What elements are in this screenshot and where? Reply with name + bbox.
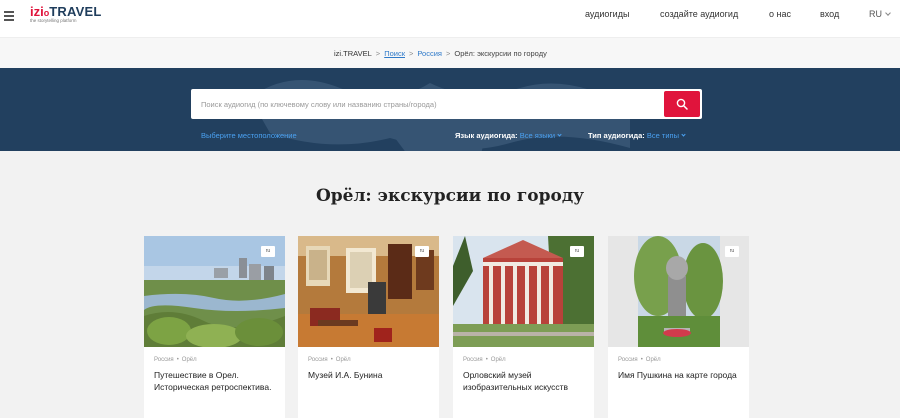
card-location: Россия • Орёл: [618, 357, 661, 363]
menu-icon[interactable]: [4, 11, 14, 21]
language-badge: ru: [261, 246, 275, 257]
tour-card[interactable]: ru Россия • Орёл Орловский музей изобразит…: [453, 236, 594, 418]
izi-travel-logo[interactable]: izioTRAVEL the storytelling platform: [30, 3, 101, 23]
search-box: [191, 89, 702, 119]
breadcrumb-separator: >: [375, 49, 381, 58]
breadcrumb-russia[interactable]: Россия: [417, 49, 442, 58]
type-filter-dropdown[interactable]: Все типы: [647, 131, 686, 140]
breadcrumb-search[interactable]: Поиск: [384, 49, 405, 58]
card-title: Путешествие в Орел. Историческая ретросп…: [154, 370, 272, 392]
search-input[interactable]: [201, 89, 661, 119]
search-icon: [676, 98, 688, 110]
choose-location-link[interactable]: Выберите местоположение: [201, 131, 297, 140]
breadcrumb: izi.TRAVEL > Поиск > Россия > Орёл: экскурсии …: [0, 37, 900, 68]
language-filter: Язык аудиогида: Все языки: [455, 131, 562, 140]
chevron-down-icon: [557, 132, 562, 137]
nav-about[interactable]: о нас: [769, 9, 791, 19]
page-title: Орёл: экскурсии по городу: [315, 186, 585, 206]
card-title: Имя Пушкина на карте города: [618, 370, 737, 380]
type-filter: Тип аудиогида: Все типы: [588, 131, 686, 140]
nav-create-audioguide[interactable]: создайте аудиогид: [660, 9, 738, 19]
card-title: Орловский музей изобразительных искусств: [463, 370, 569, 392]
tour-card[interactable]: ru Россия • Орёл Путешествие в Орел. Истор…: [144, 236, 285, 418]
breadcrumb-separator: >: [445, 49, 451, 58]
breadcrumb-current: Орёл: экскурсии по городу: [454, 49, 547, 58]
card-location: Россия • Орёл: [154, 357, 197, 363]
chevron-down-icon: [681, 132, 686, 137]
language-badge: ru: [415, 246, 429, 257]
language-selector[interactable]: RU: [869, 9, 891, 19]
language-filter-dropdown[interactable]: Все языки: [520, 131, 562, 140]
tour-card[interactable]: ru Россия • Орёл Имя Пушкина на карте горо…: [608, 236, 749, 418]
chevron-down-icon: [885, 10, 891, 16]
top-header: izioTRAVEL the storytelling platform ауд…: [0, 0, 900, 37]
nav-login[interactable]: вход: [820, 9, 839, 19]
search-button[interactable]: [664, 91, 700, 117]
breadcrumb-home[interactable]: izi.TRAVEL: [334, 49, 372, 58]
logo-tagline: the storytelling platform: [30, 18, 77, 23]
card-title: Музей И.А. Бунина: [308, 370, 383, 380]
tour-card[interactable]: ru Россия • Орёл Музей И.А. Бунина: [298, 236, 439, 418]
search-hero: Выберите местоположение Язык аудиогида: …: [0, 68, 900, 151]
nav-audioguides[interactable]: аудиогиды: [585, 9, 629, 19]
card-location: Россия • Орёл: [463, 357, 506, 363]
card-location: Россия • Орёл: [308, 357, 351, 363]
breadcrumb-separator: >: [408, 49, 414, 58]
language-badge: ru: [570, 246, 584, 257]
language-badge: ru: [725, 246, 739, 257]
